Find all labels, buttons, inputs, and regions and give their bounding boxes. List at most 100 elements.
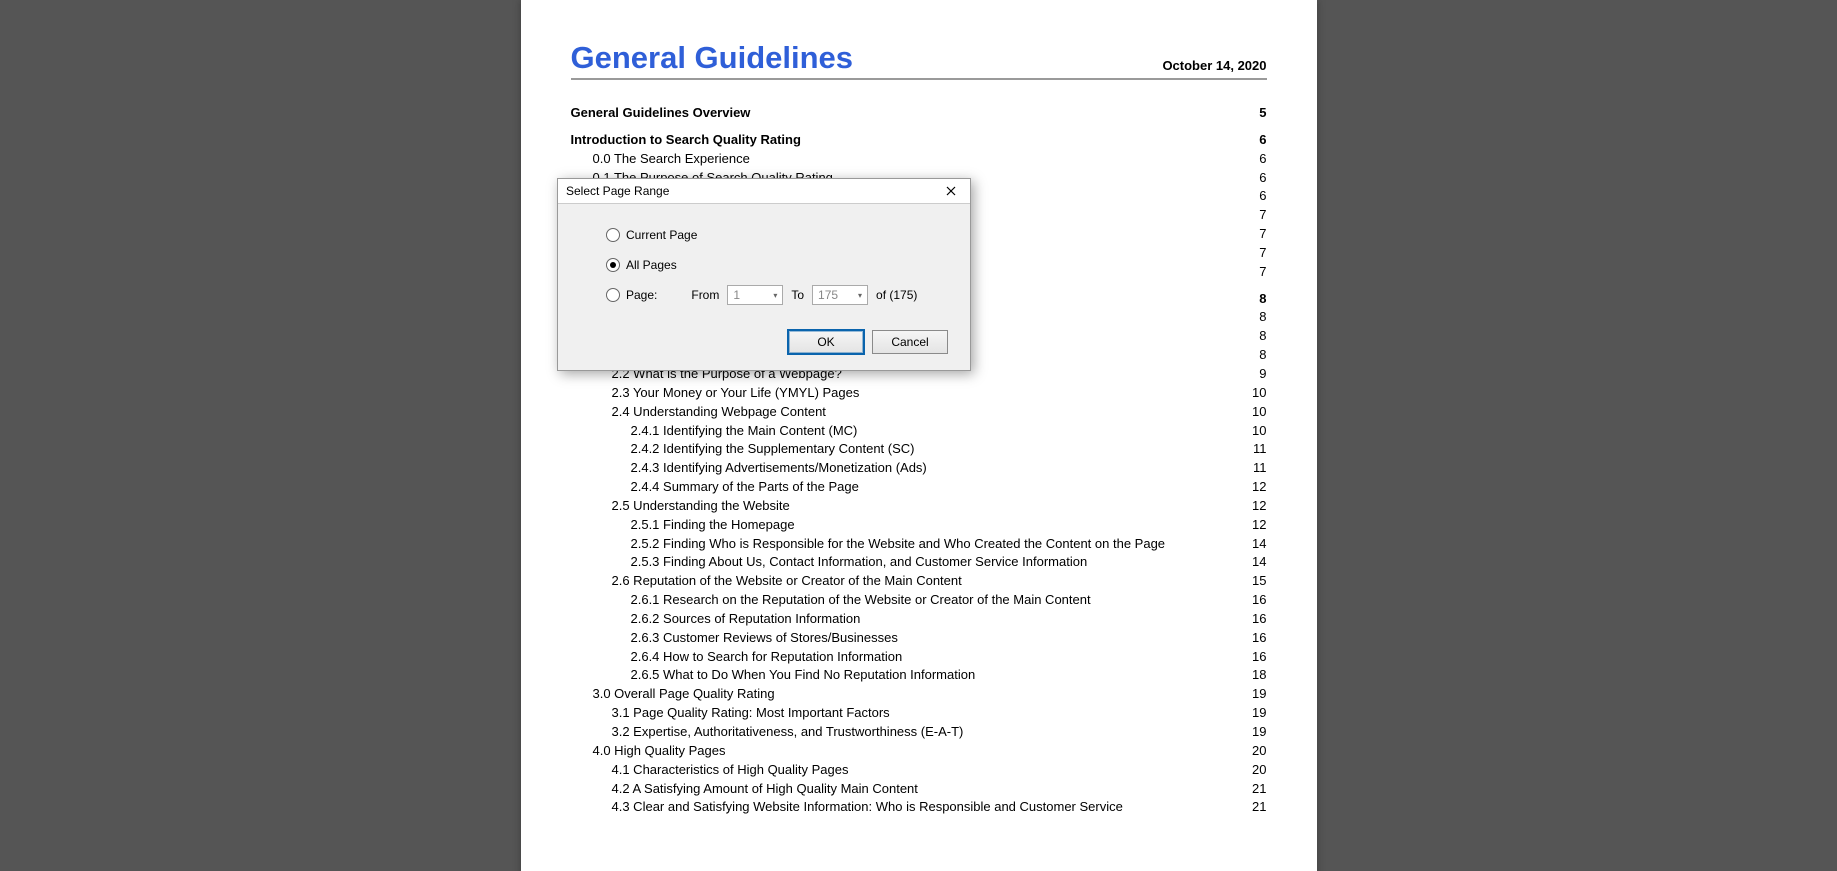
toc-row[interactable]: 4.3 Clear and Satisfying Website Informa…	[571, 798, 1267, 817]
toc-entry-text: 2.6.1 Research on the Reputation of the …	[631, 591, 1091, 610]
toc-entry-text: 2.3 Your Money or Your Life (YMYL) Pages	[612, 384, 860, 403]
toc-page-number: 21	[1252, 798, 1266, 817]
toc-page-number: 16	[1252, 610, 1266, 629]
toc-row[interactable]: 2.5.2 Finding Who is Responsible for the…	[571, 535, 1267, 554]
from-page-value: 1	[733, 288, 740, 302]
toc-row[interactable]: 2.4.2 Identifying the Supplementary Cont…	[571, 440, 1267, 459]
toc-page-number: 8	[1259, 290, 1266, 309]
toc-row[interactable]: 4.2 A Satisfying Amount of High Quality …	[571, 780, 1267, 799]
toc-entry-text: 4.3 Clear and Satisfying Website Informa…	[612, 798, 1123, 817]
select-page-range-dialog: Select Page Range Current Page All Pages…	[557, 178, 971, 371]
to-page-combo[interactable]: 175 ▾	[812, 285, 868, 305]
toc-row[interactable]: 2.4.1 Identifying the Main Content (MC) 1…	[571, 422, 1267, 441]
toc-row[interactable]: 2.4 Understanding Webpage Content 10	[571, 403, 1267, 422]
toc-row[interactable]: 2.6.4 How to Search for Reputation Infor…	[571, 648, 1267, 667]
toc-page-number: 7	[1259, 244, 1266, 263]
toc-entry-text: 2.4.1 Identifying the Main Content (MC)	[631, 422, 858, 441]
toc-page-number: 20	[1252, 761, 1266, 780]
dialog-body: Current Page All Pages Page: From 1 ▾ To…	[558, 204, 970, 330]
toc-row[interactable]: 4.1 Characteristics of High Quality Page…	[571, 761, 1267, 780]
radio-current-page[interactable]	[606, 228, 620, 242]
from-label: From	[691, 288, 719, 302]
chevron-down-icon: ▾	[853, 286, 867, 304]
toc-entry-text: 2.6.4 How to Search for Reputation Infor…	[631, 648, 903, 667]
toc-entry-text: 3.1 Page Quality Rating: Most Important …	[612, 704, 890, 723]
toc-row[interactable]: 2.5 Understanding the Website 12	[571, 497, 1267, 516]
toc-row[interactable]: 4.0 High Quality Pages 20	[571, 742, 1267, 761]
toc-entry-text: 2.4 Understanding Webpage Content	[612, 403, 826, 422]
toc-entry-text: 2.5 Understanding the Website	[612, 497, 790, 516]
toc-row[interactable]: 2.4.4 Summary of the Parts of the Page12	[571, 478, 1267, 497]
toc-row[interactable]: 2.6 Reputation of the Website or Creator…	[571, 572, 1267, 591]
ok-button[interactable]: OK	[788, 330, 864, 354]
toc-entry-text: 2.5.3 Finding About Us, Contact Informat…	[631, 553, 1088, 572]
document-page: General Guidelines October 14, 2020 Gene…	[521, 0, 1317, 871]
radio-page-range[interactable]	[606, 288, 620, 302]
toc-entry-text: 2.6.2 Sources of Reputation Information	[631, 610, 861, 629]
from-page-combo[interactable]: 1 ▾	[727, 285, 783, 305]
toc-entry-text: 4.1 Characteristics of High Quality Page…	[612, 761, 849, 780]
toc-row[interactable]: 3.2 Expertise, Authoritativeness, and Tr…	[571, 723, 1267, 742]
toc-page-number: 19	[1252, 704, 1266, 723]
radio-all-pages[interactable]	[606, 258, 620, 272]
toc-row[interactable]: 2.4.3 Identifying Advertisements/Monetiz…	[571, 459, 1267, 478]
toc-page-number: 16	[1252, 648, 1266, 667]
chevron-down-icon: ▾	[768, 286, 782, 304]
document-header: General Guidelines October 14, 2020	[571, 40, 1267, 80]
toc-row[interactable]: 2.3 Your Money or Your Life (YMYL) Pages…	[571, 384, 1267, 403]
document-title: General Guidelines	[571, 40, 854, 76]
toc-row[interactable]: 0.0 The Search Experience6	[571, 150, 1267, 169]
toc-row[interactable]: 2.6.1 Research on the Reputation of the …	[571, 591, 1267, 610]
toc-page-number: 16	[1252, 591, 1266, 610]
toc-row[interactable]: 2.6.2 Sources of Reputation Information 1…	[571, 610, 1267, 629]
toc-page-number: 19	[1252, 685, 1266, 704]
toc-row[interactable]: 2.6.3 Customer Reviews of Stores/Busines…	[571, 629, 1267, 648]
toc-page-number: 21	[1252, 780, 1266, 799]
toc-row[interactable]: 2.5.3 Finding About Us, Contact Informat…	[571, 553, 1267, 572]
toc-page-number: 10	[1252, 384, 1266, 403]
toc-page-number: 20	[1252, 742, 1266, 761]
toc-entry-text: 4.0 High Quality Pages	[593, 742, 726, 761]
toc-entry-text: 3.2 Expertise, Authoritativeness, and Tr…	[612, 723, 964, 742]
toc-page-number: 7	[1259, 225, 1266, 244]
toc-entry-text: 3.0 Overall Page Quality Rating	[593, 685, 775, 704]
toc-row[interactable]: 2.6.5 What to Do When You Find No Reputa…	[571, 666, 1267, 685]
page-range-inputs: From 1 ▾ To 175 ▾ of (175)	[691, 285, 917, 305]
dialog-titlebar[interactable]: Select Page Range	[558, 179, 970, 204]
toc-row[interactable]: General Guidelines Overview5	[571, 104, 1267, 123]
dialog-buttons: OK Cancel	[558, 330, 970, 370]
document-date: October 14, 2020	[1162, 58, 1266, 76]
toc-page-number: 6	[1259, 169, 1266, 188]
toc-page-number: 9	[1259, 365, 1266, 384]
toc-row[interactable]: 3.1 Page Quality Rating: Most Important …	[571, 704, 1267, 723]
toc-row[interactable]: 3.0 Overall Page Quality Rating 19	[571, 685, 1267, 704]
toc-page-number: 10	[1252, 403, 1266, 422]
toc-page-number: 6	[1259, 187, 1266, 206]
to-label: To	[791, 288, 804, 302]
radio-page-range-label: Page:	[626, 288, 657, 302]
toc-page-number: 14	[1252, 553, 1266, 572]
toc-page-number: 8	[1259, 327, 1266, 346]
toc-page-number: 15	[1252, 572, 1266, 591]
toc-entry-text: 2.4.4 Summary of the Parts of the Page	[631, 478, 859, 497]
toc-page-number: 12	[1252, 497, 1266, 516]
close-button[interactable]	[938, 181, 964, 201]
to-page-value: 175	[818, 288, 838, 302]
toc-row[interactable]: Introduction to Search Quality Rating6	[571, 131, 1267, 150]
toc-page-number: 16	[1252, 629, 1266, 648]
toc-page-number: 7	[1259, 263, 1266, 282]
toc-row[interactable]: 2.5.1 Finding the Homepage 12	[571, 516, 1267, 535]
toc-entry-text: 2.6 Reputation of the Website or Creator…	[612, 572, 962, 591]
toc-page-number: 11	[1253, 459, 1267, 478]
toc-page-number: 12	[1252, 516, 1266, 535]
toc-entry-text: 2.5.1 Finding the Homepage	[631, 516, 795, 535]
toc-entry-text: 2.6.3 Customer Reviews of Stores/Busines…	[631, 629, 898, 648]
toc-page-number: 8	[1259, 308, 1266, 327]
cancel-button[interactable]: Cancel	[872, 330, 948, 354]
toc-page-number: 5	[1259, 104, 1266, 123]
toc-page-number: 10	[1252, 422, 1266, 441]
toc-page-number: 8	[1259, 346, 1266, 365]
close-icon	[946, 186, 956, 196]
toc-page-number: 6	[1259, 150, 1266, 169]
toc-page-number: 14	[1252, 535, 1266, 554]
